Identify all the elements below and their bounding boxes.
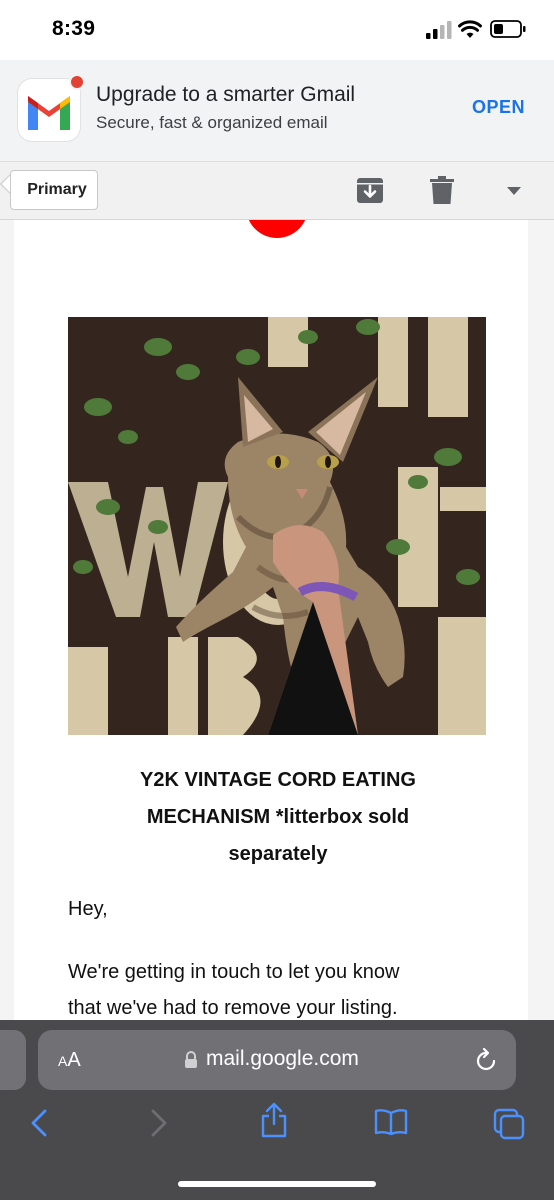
battery-icon	[490, 20, 526, 38]
status-time: 8:39	[52, 17, 96, 40]
tabs-icon[interactable]	[493, 1108, 525, 1140]
reload-icon[interactable]	[474, 1047, 498, 1073]
email-content-area: Y2K VINTAGE CORD EATING MECHANISM *litte…	[0, 220, 554, 1020]
email-toolbar: Primary	[0, 162, 554, 220]
archive-icon[interactable]	[356, 176, 384, 204]
app-install-banner: Upgrade to a smarter Gmail Secure, fast …	[0, 60, 554, 162]
back-to-primary-button[interactable]: Primary	[10, 170, 98, 210]
address-bar[interactable]: AA mail.google.com	[38, 1030, 516, 1090]
wifi-icon	[458, 20, 482, 38]
trash-icon[interactable]	[430, 176, 454, 204]
large-a: A	[67, 1049, 81, 1071]
listing-photo	[68, 317, 486, 735]
share-icon[interactable]	[260, 1102, 288, 1138]
email-heading-line-2: MECHANISM *litterbox sold	[146, 806, 410, 828]
home-indicator	[178, 1181, 376, 1187]
gmail-logo-icon	[18, 79, 80, 141]
forward-icon[interactable]	[150, 1108, 168, 1138]
small-a: A	[58, 1053, 68, 1069]
status-bar: 8:39	[0, 0, 554, 60]
previous-tab-preview[interactable]	[0, 1030, 26, 1090]
lock-icon	[185, 1051, 197, 1068]
url-text[interactable]: mail.google.com	[206, 1047, 359, 1071]
email-body: Y2K VINTAGE CORD EATING MECHANISM *litte…	[14, 220, 528, 1020]
page-settings-button[interactable]: AA	[58, 1049, 81, 1072]
email-body-line-1: We're getting in touch to let you know	[68, 961, 400, 983]
brand-logo-partial	[246, 220, 308, 238]
email-heading-line-1: Y2K VINTAGE CORD EATING	[140, 769, 416, 791]
email-body-line-2: that we've had to remove your listing.	[68, 997, 398, 1019]
email-heading: Y2K VINTAGE CORD EATING MECHANISM *litte…	[58, 762, 498, 873]
browser-toolbar: AA mail.google.com	[0, 1020, 554, 1200]
open-app-button[interactable]: OPEN	[472, 97, 525, 118]
bookmarks-icon[interactable]	[374, 1108, 408, 1136]
email-greeting: Hey,	[68, 898, 108, 920]
banner-subtitle: Secure, fast & organized email	[96, 113, 328, 132]
browser-nav-row	[0, 1102, 554, 1148]
cellular-signal-icon	[426, 21, 452, 39]
banner-title: Upgrade to a smarter Gmail	[96, 83, 356, 106]
notification-dot	[69, 74, 85, 90]
back-icon[interactable]	[30, 1108, 48, 1138]
email-heading-line-3: separately	[228, 843, 328, 865]
dropdown-icon[interactable]	[506, 186, 522, 196]
email-body-text: We're getting in touch to let you know t…	[68, 954, 488, 1020]
